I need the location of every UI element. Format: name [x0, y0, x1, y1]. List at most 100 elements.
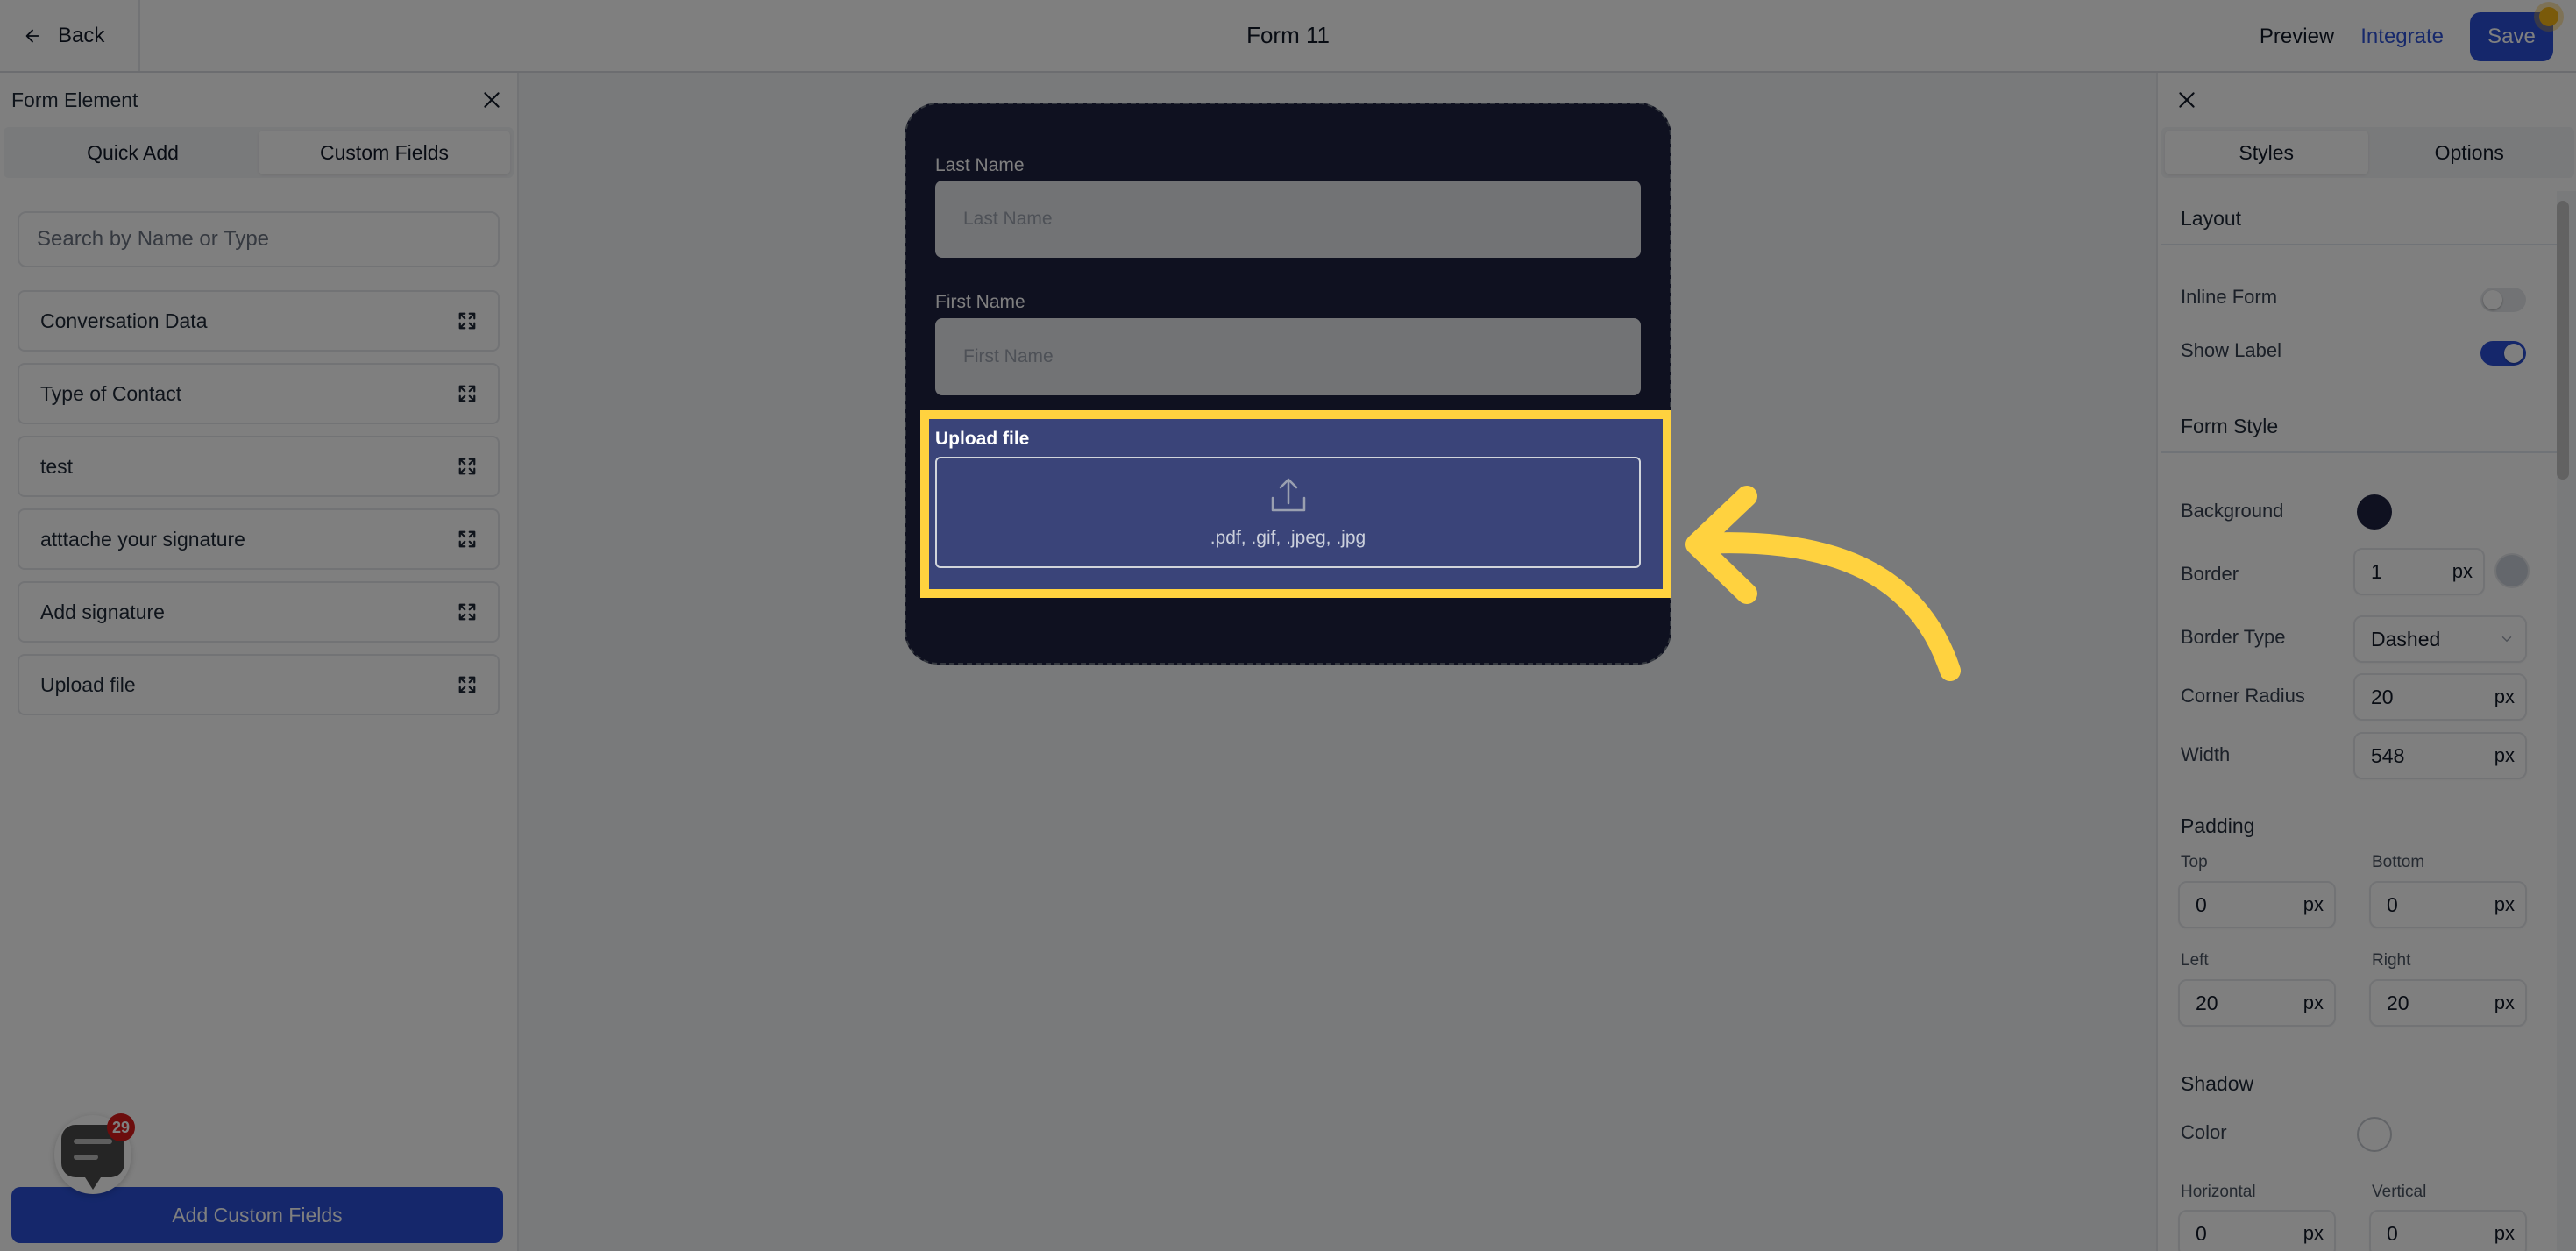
expand-icon [458, 312, 476, 330]
padding-top-input[interactable]: 0 px [2178, 881, 2336, 928]
page-title: Form 11 [1246, 22, 1330, 48]
border-color-swatch[interactable] [2494, 553, 2530, 588]
padding-heading: Padding [2181, 814, 2255, 837]
corner-radius-label: Corner Radius [2181, 685, 2305, 707]
search-input[interactable] [37, 227, 480, 252]
inline-form-toggle[interactable] [2480, 288, 2526, 312]
width-label: Width [2181, 743, 2231, 765]
preview-button[interactable]: Preview [2260, 25, 2334, 49]
accepted-file-types: .pdf, .gif, .jpeg, .jpg [1210, 527, 1366, 548]
toggle-knob [2504, 344, 2523, 363]
first-name-input[interactable]: First Name [935, 318, 1641, 395]
show-label-toggle[interactable] [2480, 341, 2526, 366]
padding-left-label: Left [2181, 951, 2209, 970]
upload-dropzone[interactable]: .pdf, .gif, .jpeg, .jpg [935, 457, 1641, 568]
last-name-placeholder: Last Name [963, 209, 1053, 229]
shadow-vertical-input[interactable]: 0 px [2369, 1210, 2527, 1251]
shadow-horizontal-input[interactable]: 0 px [2178, 1210, 2336, 1251]
style-tabs: Styles Options [2161, 127, 2574, 178]
layout-heading: Layout [2161, 191, 2557, 245]
back-label: Back [58, 23, 105, 47]
background-label: Background [2181, 500, 2284, 522]
back-button[interactable]: Back [0, 0, 140, 71]
shadow-color-swatch[interactable] [2357, 1117, 2392, 1152]
list-item[interactable]: test [18, 436, 500, 497]
list-item[interactable]: Conversation Data [18, 290, 500, 352]
expand-icon [458, 603, 476, 621]
unit-label: px [2494, 992, 2515, 1013]
padding-top-label: Top [2181, 853, 2208, 871]
list-item-label: Conversation Data [40, 309, 208, 332]
first-name-placeholder: First Name [963, 346, 1054, 366]
list-item[interactable]: Add signature [18, 581, 500, 643]
unit-label: px [2452, 560, 2473, 582]
tab-custom-fields[interactable]: Custom Fields [259, 131, 510, 174]
corner-radius-input[interactable]: 20 px [2353, 673, 2527, 721]
chat-unread-badge: 29 [107, 1113, 135, 1141]
top-bar: Back Form 11 Preview Integrate Save [0, 0, 2576, 73]
padding-bottom-input[interactable]: 0 px [2369, 881, 2527, 928]
padding-left-value: 20 [2196, 991, 2218, 1014]
list-item-label: Upload file [40, 672, 136, 696]
border-width-input[interactable]: 1 px [2353, 548, 2485, 595]
custom-field-list: Conversation Data Type of Contact test a… [18, 290, 500, 715]
border-width-value: 1 [2371, 559, 2382, 583]
padding-right-input[interactable]: 20 px [2369, 979, 2527, 1027]
expand-icon [458, 530, 476, 548]
last-name-label: Last Name [935, 155, 1025, 175]
tab-quick-add[interactable]: Quick Add [7, 131, 259, 174]
list-item[interactable]: Upload file [18, 654, 500, 715]
panel-tabs: Quick Add Custom Fields [4, 127, 514, 178]
chat-icon-line [74, 1139, 112, 1144]
shadow-vertical-value: 0 [2387, 1221, 2398, 1245]
last-name-input[interactable]: Last Name [935, 181, 1641, 258]
close-icon[interactable] [2175, 89, 2198, 111]
list-item-label: Type of Contact [40, 381, 182, 405]
close-icon[interactable] [480, 89, 503, 111]
chevron-down-icon [2501, 636, 2512, 643]
list-item-label: test [40, 454, 74, 478]
width-input[interactable]: 548 px [2353, 732, 2527, 779]
list-item-label: Add signature [40, 600, 165, 623]
unit-label: px [2303, 893, 2324, 915]
shadow-horizontal-label: Horizontal [2181, 1183, 2256, 1201]
search-box [18, 211, 500, 267]
tab-options[interactable]: Options [2368, 131, 2572, 174]
expand-icon [458, 385, 476, 402]
border-type-label: Border Type [2181, 626, 2286, 648]
background-color-swatch[interactable] [2357, 494, 2392, 530]
shadow-heading: Shadow [2181, 1072, 2254, 1095]
save-button[interactable]: Save [2470, 7, 2558, 61]
scrollbar-thumb[interactable] [2557, 201, 2569, 480]
arrow-left-icon [25, 29, 39, 42]
unit-label: px [2494, 1222, 2515, 1244]
upload-file-label: Upload file [935, 429, 1030, 449]
border-label: Border [2181, 563, 2239, 585]
save-label: Save [2487, 25, 2536, 48]
inline-form-label: Inline Form [2181, 286, 2278, 308]
unit-label: px [2494, 744, 2515, 766]
show-label-label: Show Label [2181, 339, 2281, 361]
integrate-button[interactable]: Integrate [2360, 25, 2444, 49]
chat-icon-line [74, 1155, 98, 1160]
shadow-vertical-label: Vertical [2372, 1183, 2427, 1201]
expand-icon [458, 458, 476, 475]
padding-right-value: 20 [2387, 991, 2409, 1014]
form-element-panel: Form Element Quick Add Custom Fields Con… [0, 73, 519, 1251]
padding-right-label: Right [2372, 951, 2411, 970]
upload-icon [1271, 478, 1305, 511]
border-type-select[interactable]: Dashed [2353, 615, 2527, 663]
unit-label: px [2494, 686, 2515, 707]
first-name-label: First Name [935, 292, 1025, 312]
list-item[interactable]: Type of Contact [18, 363, 500, 424]
top-actions: Preview Integrate Save [2260, 7, 2558, 61]
panel-title: Form Element [11, 88, 138, 111]
unit-label: px [2303, 1222, 2324, 1244]
expand-icon [458, 676, 476, 693]
list-item[interactable]: atttache your signature [18, 508, 500, 570]
tab-styles[interactable]: Styles [2165, 131, 2368, 174]
add-custom-fields-button[interactable]: Add Custom Fields [11, 1187, 503, 1243]
form-style-heading: Form Style [2161, 399, 2557, 453]
unit-label: px [2303, 992, 2324, 1013]
padding-left-input[interactable]: 20 px [2178, 979, 2336, 1027]
